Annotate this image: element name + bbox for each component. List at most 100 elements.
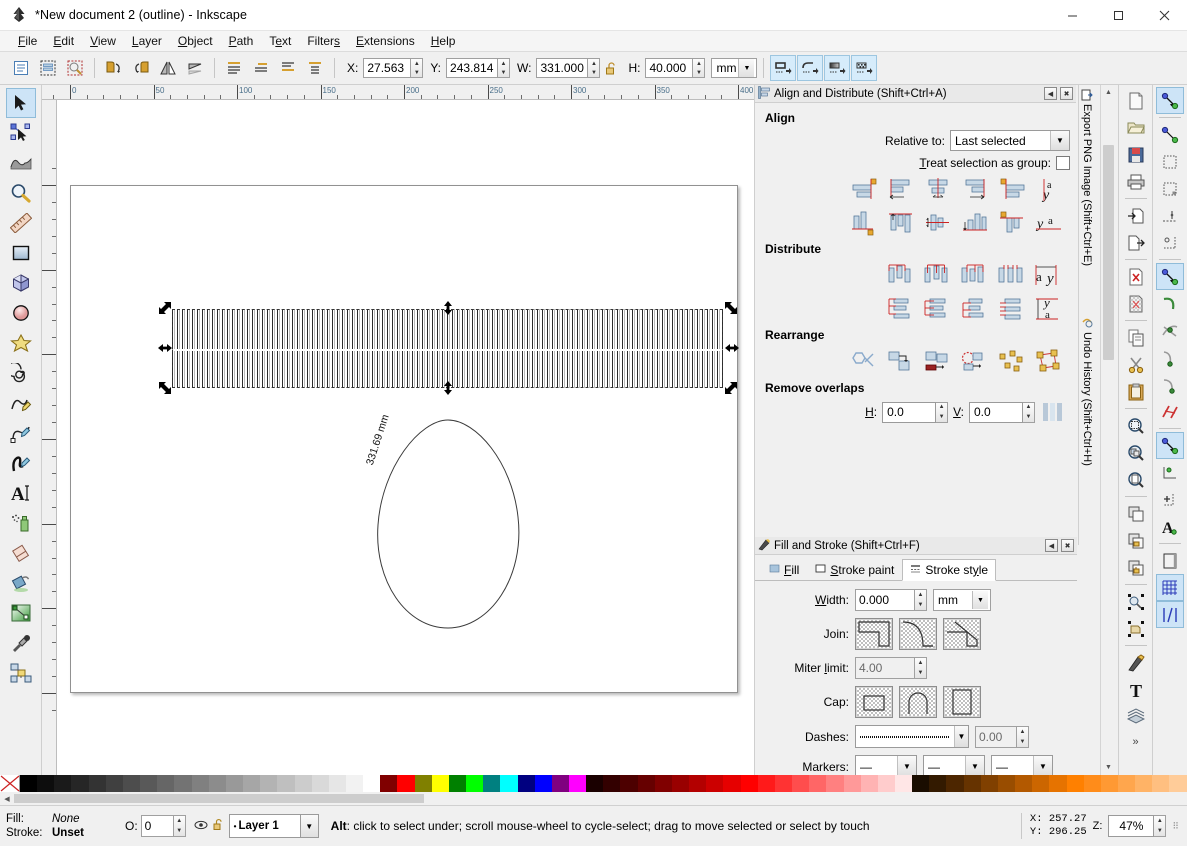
scroll-up-arrow[interactable]: ▲ bbox=[1101, 85, 1116, 100]
lower-icon[interactable] bbox=[275, 55, 301, 81]
distribute-centers-vertical-axis-icon[interactable] bbox=[921, 261, 955, 291]
distribute-right-edges-equidistant-icon[interactable] bbox=[958, 261, 992, 291]
palette-swatch[interactable] bbox=[277, 775, 295, 792]
scale-handle-se[interactable] bbox=[724, 381, 738, 395]
palette-swatch[interactable] bbox=[740, 775, 758, 792]
selector-tool[interactable] bbox=[5, 88, 36, 118]
snap-bbox-edges-button[interactable] bbox=[1156, 148, 1184, 175]
dropper-tool[interactable] bbox=[6, 628, 36, 658]
menu-view[interactable]: View bbox=[82, 32, 124, 50]
palette-swatch[interactable] bbox=[689, 775, 707, 792]
undo-history-dock-label[interactable]: Undo History (Shift+Ctrl+H) bbox=[1081, 317, 1093, 466]
scale-handle-s[interactable] bbox=[441, 381, 455, 395]
palette-swatch[interactable] bbox=[431, 775, 449, 792]
menu-edit[interactable]: Edit bbox=[45, 32, 82, 50]
copy-button[interactable] bbox=[1122, 324, 1150, 351]
y-spinner[interactable]: ▲ ▼ bbox=[498, 58, 511, 78]
snap-to-paths-button[interactable] bbox=[1156, 290, 1184, 317]
unclump-objects-icon[interactable] bbox=[995, 347, 1029, 377]
x-input[interactable]: 27.563 bbox=[363, 58, 412, 78]
palette-swatch[interactable] bbox=[105, 775, 123, 792]
menu-path[interactable]: Path bbox=[221, 32, 262, 50]
raise-icon[interactable] bbox=[248, 55, 274, 81]
export-button[interactable] bbox=[1122, 229, 1150, 256]
palette-scrollbar[interactable]: ◀ bbox=[0, 792, 1187, 805]
cut-button[interactable] bbox=[1122, 351, 1150, 378]
paste-button[interactable] bbox=[1122, 378, 1150, 405]
palette-swatch[interactable] bbox=[414, 775, 432, 792]
h-input[interactable]: 40.000 bbox=[645, 58, 694, 78]
distribute-text-anchors-horizontal-icon[interactable]: ay bbox=[1032, 261, 1066, 291]
hatched-pattern-object[interactable] bbox=[172, 309, 723, 388]
bezier-tool[interactable] bbox=[6, 418, 36, 448]
calligraphy-tool[interactable] bbox=[6, 448, 36, 478]
text-baseline-horizontal-icon[interactable]: ya bbox=[1032, 208, 1066, 238]
palette-swatch[interactable] bbox=[448, 775, 467, 792]
fill-stroke-close-button[interactable]: ✖ bbox=[1061, 539, 1074, 552]
dash-offset-input[interactable]: 0.00 bbox=[975, 725, 1017, 748]
zoom-page-button[interactable] bbox=[1122, 466, 1150, 493]
group-button[interactable] bbox=[1122, 527, 1150, 554]
palette-swatch[interactable] bbox=[637, 775, 655, 792]
scale-handle-sw[interactable] bbox=[158, 381, 172, 395]
zoom-input[interactable]: 47% bbox=[1108, 815, 1155, 837]
unit-select[interactable]: mm ▼ bbox=[711, 58, 758, 78]
miter-limit-spinner[interactable]: ▲ ▼ bbox=[915, 657, 927, 679]
palette-swatch[interactable] bbox=[774, 775, 793, 792]
palette-swatch[interactable] bbox=[1049, 775, 1067, 792]
palette-swatch[interactable] bbox=[363, 775, 381, 792]
palette-swatch[interactable] bbox=[1169, 775, 1187, 792]
menu-extensions[interactable]: Extensions bbox=[348, 32, 423, 50]
palette-swatch[interactable] bbox=[397, 775, 415, 792]
palette-swatch[interactable] bbox=[946, 775, 964, 792]
palette-swatch[interactable] bbox=[671, 775, 690, 792]
center-on-horizontal-axis-icon[interactable] bbox=[921, 208, 955, 238]
miter-join-icon[interactable] bbox=[855, 618, 893, 650]
palette-swatch[interactable] bbox=[1083, 775, 1101, 792]
menu-object[interactable]: Object bbox=[170, 32, 221, 50]
paintbucket-tool[interactable] bbox=[6, 568, 36, 598]
distribute-left-edges-equidistant-icon[interactable] bbox=[884, 261, 918, 291]
zoom-spinner[interactable]: ▲ ▼ bbox=[1154, 815, 1167, 837]
vertical-ruler[interactable] bbox=[42, 100, 57, 775]
tab-stroke-paint[interactable]: Stroke paint bbox=[807, 558, 902, 580]
open-document-button[interactable] bbox=[1122, 114, 1150, 141]
palette-swatch[interactable] bbox=[912, 775, 930, 792]
snap-to-smooth-nodes-button[interactable] bbox=[1156, 371, 1184, 398]
new-document-button[interactable] bbox=[1122, 87, 1150, 114]
palette-swatch[interactable] bbox=[380, 775, 398, 792]
palette-swatch[interactable] bbox=[71, 775, 89, 792]
palette-swatch[interactable] bbox=[877, 775, 895, 792]
palette-swatch[interactable] bbox=[500, 775, 518, 792]
palette-swatch[interactable] bbox=[963, 775, 981, 792]
palette-swatch[interactable] bbox=[466, 775, 484, 792]
palette-swatch[interactable] bbox=[174, 775, 192, 792]
ellipse-tool[interactable] bbox=[6, 298, 36, 328]
palette-swatch[interactable] bbox=[328, 775, 346, 792]
palette-swatch[interactable] bbox=[54, 775, 72, 792]
align-left-edges-to-right-anchor-icon[interactable] bbox=[995, 175, 1029, 205]
palette-swatch[interactable] bbox=[1100, 775, 1118, 792]
snap-nodes-paths-button[interactable] bbox=[1156, 263, 1184, 290]
palette-swatch[interactable] bbox=[586, 775, 604, 792]
palette-swatch[interactable] bbox=[122, 775, 141, 792]
overlaps-v-input[interactable]: 0.0 bbox=[969, 401, 1023, 423]
palette-swatch[interactable] bbox=[294, 775, 312, 792]
align-left-edges-icon[interactable] bbox=[884, 175, 918, 205]
palette-swatch[interactable] bbox=[792, 775, 810, 792]
palette-swatch[interactable] bbox=[843, 775, 861, 792]
x-spinner[interactable]: ▲ ▼ bbox=[411, 58, 424, 78]
opacity-input[interactable]: 0 bbox=[140, 815, 174, 837]
stroke-width-spinner[interactable]: ▲ ▼ bbox=[915, 589, 927, 611]
align-bottom-edges-icon[interactable] bbox=[958, 208, 992, 238]
stroke-width-input[interactable]: 0.000 bbox=[855, 589, 915, 611]
snap-guides-button[interactable] bbox=[1156, 601, 1184, 628]
undo-button[interactable] bbox=[1122, 263, 1150, 290]
distribute-text-baselines-vertical-icon[interactable]: ya bbox=[1032, 294, 1066, 324]
butt-cap-icon[interactable] bbox=[855, 686, 893, 718]
overlaps-h-input[interactable]: 0.0 bbox=[882, 401, 937, 423]
palette-swatch[interactable] bbox=[603, 775, 621, 792]
exchange-positions-zorder-icon[interactable] bbox=[884, 347, 918, 377]
snap-midpoints-line-segments-button[interactable] bbox=[1156, 398, 1184, 425]
close-button[interactable] bbox=[1141, 0, 1187, 31]
